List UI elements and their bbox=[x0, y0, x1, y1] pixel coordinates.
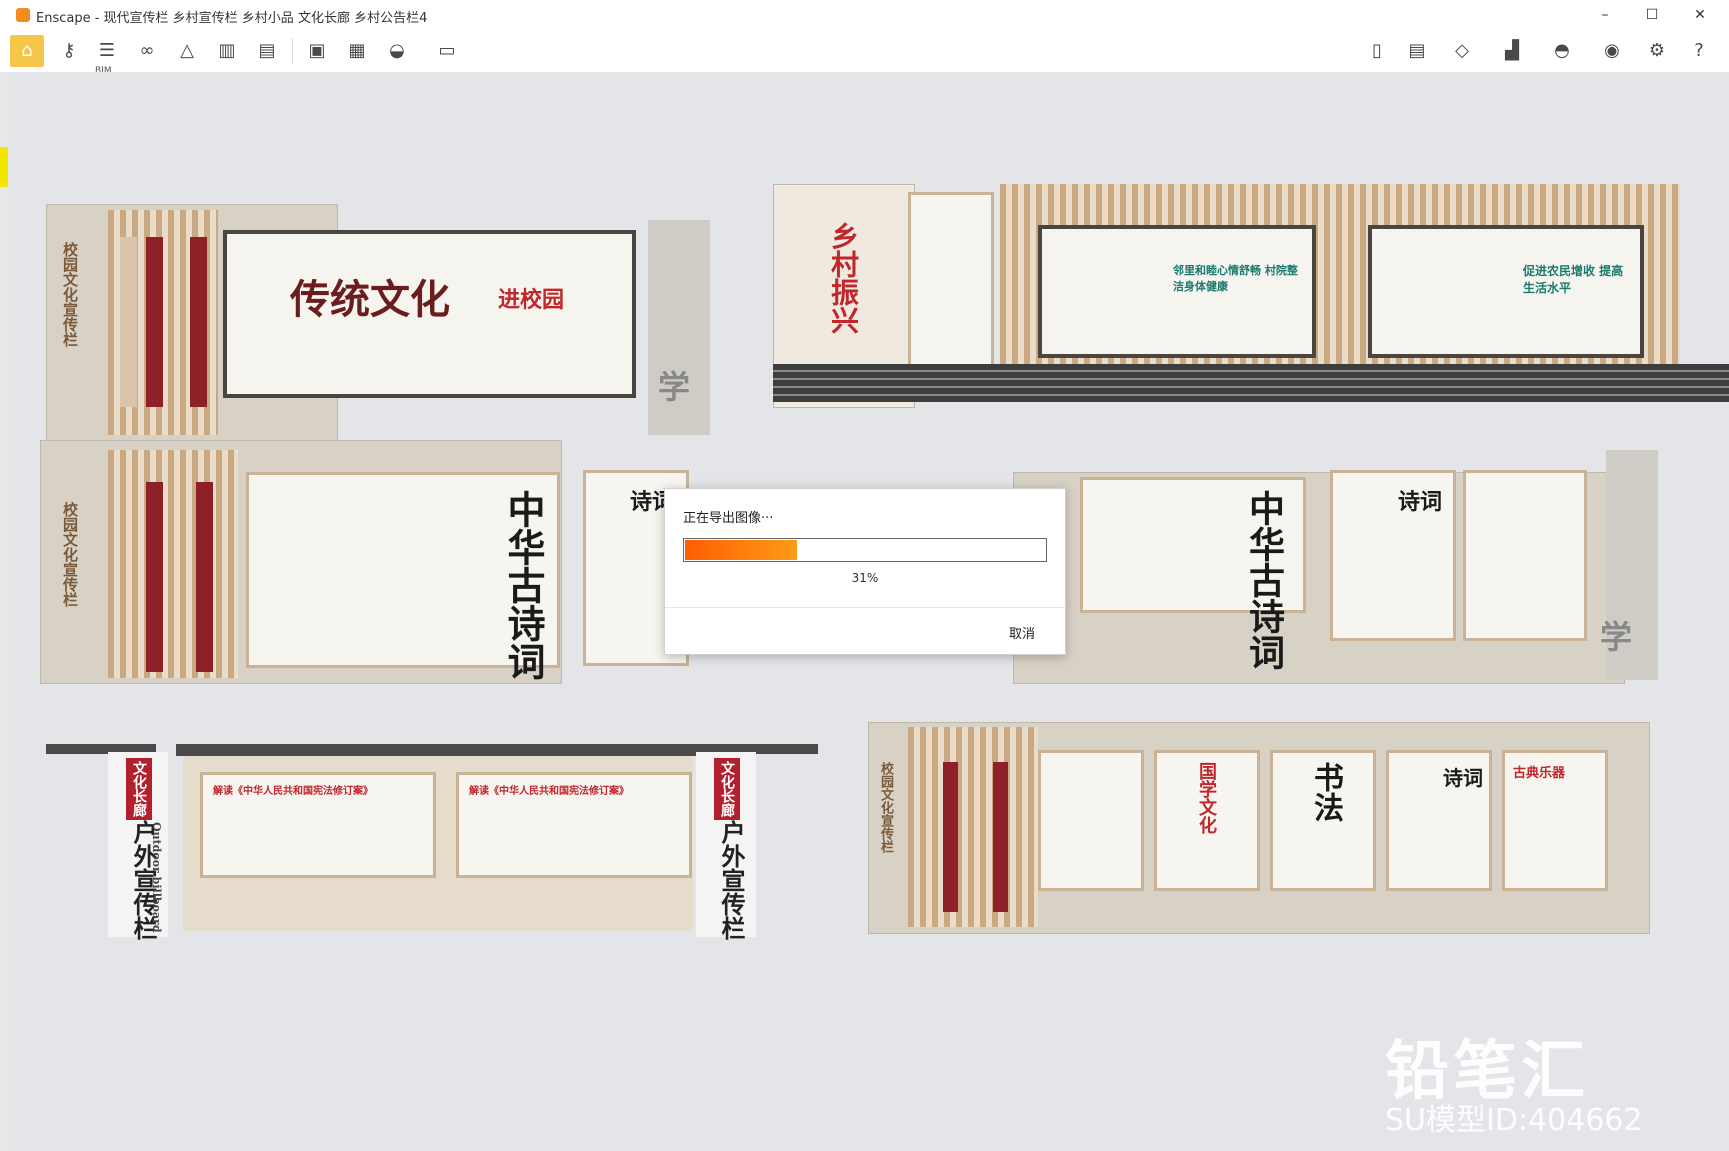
dialog-divider bbox=[665, 607, 1065, 608]
board5-right-title: 文化长廊 bbox=[714, 758, 740, 820]
xue-emblem: 学 bbox=[1600, 618, 1633, 656]
cancel-button[interactable]: 取消 bbox=[1009, 623, 1035, 642]
toolbar: ⌂ ⚷ BIM ☰ ∞ △ ▥ ▤ ▣ ▦ ◒ ▭ ⌃ ▯ ▤ ◇ ▟ ◓ ◉ … bbox=[0, 30, 1729, 98]
board1-red-panel bbox=[146, 237, 163, 407]
board1-vertical-text: 校园文化宣传栏 bbox=[61, 242, 79, 347]
help-icon[interactable]: ? bbox=[1682, 35, 1716, 67]
left-edge-strip bbox=[0, 72, 8, 1151]
dialog-title: 正在导出图像··· bbox=[683, 511, 774, 526]
export-progress-dialog: 正在导出图像··· 31% 取消 bbox=[664, 488, 1066, 655]
minimize-button[interactable]: – bbox=[1585, 4, 1625, 26]
board6-panel3-title: 书法 bbox=[1308, 762, 1343, 822]
helmet-icon[interactable]: ◓ bbox=[1545, 35, 1579, 67]
board2-text-panel bbox=[908, 192, 994, 368]
board4-poem-title: 诗词 bbox=[1398, 489, 1443, 515]
board2-left-poster-text: 邻里和睦心情舒畅 村院整洁身体健康 bbox=[1173, 264, 1298, 293]
board6-red-panel bbox=[943, 762, 958, 912]
batch-export-icon[interactable]: ▦ bbox=[340, 35, 374, 67]
enscape-logo-icon bbox=[16, 8, 30, 22]
board5-left-title: 文化长廊 bbox=[126, 758, 152, 820]
model-id-watermark: SU模型ID:404662 bbox=[1385, 1103, 1643, 1138]
board1-red-panel bbox=[190, 237, 207, 407]
clapper-icon[interactable]: ▤ bbox=[250, 35, 284, 67]
board4-poster-title: 中华古诗词 bbox=[1243, 490, 1285, 670]
home-icon[interactable]: ⌂ bbox=[10, 35, 44, 67]
board3-red-panel bbox=[196, 482, 213, 672]
board5-center-roof bbox=[176, 744, 701, 756]
board6-panel2-title: 国学文化 bbox=[1196, 762, 1217, 834]
cube-icon[interactable]: ◇ bbox=[1445, 35, 1479, 67]
board5-notice-right-title: 解读《中华人民共和国宪法修订案》 bbox=[469, 786, 629, 797]
board2-right-poster-text: 促进农民增收 提高生活水平 bbox=[1523, 264, 1624, 295]
board6-panel1 bbox=[1038, 750, 1144, 891]
board6-vertical-text: 校园文化宣传栏 bbox=[878, 762, 893, 853]
key-icon[interactable]: ⚷ bbox=[52, 35, 86, 67]
maximize-button[interactable]: ☐ bbox=[1632, 4, 1672, 26]
toolbar-divider bbox=[292, 38, 293, 64]
eye-icon[interactable]: ◉ bbox=[1595, 35, 1629, 67]
exe-export-icon[interactable]: ▭ bbox=[430, 35, 464, 67]
board3-vertical-text: 校园文化宣传栏 bbox=[61, 502, 79, 607]
board6-panel5-title: 古典乐器 bbox=[1513, 766, 1566, 781]
board2-brick-base bbox=[773, 364, 1729, 402]
close-button[interactable]: ✕ bbox=[1680, 4, 1720, 26]
board2-vertical-text: 乡村振兴 bbox=[827, 222, 860, 334]
chart-icon[interactable]: ▟ bbox=[1495, 35, 1529, 67]
compass-icon[interactable]: △ bbox=[170, 35, 204, 67]
buildings-icon[interactable]: ▥ bbox=[210, 35, 244, 67]
binoculars-icon[interactable]: ∞ bbox=[130, 35, 164, 67]
board5-left-english: Outdoor billboard bbox=[150, 822, 163, 933]
xue-emblem: 学 bbox=[658, 368, 691, 406]
strip-marker bbox=[0, 147, 8, 187]
board6-red-panel bbox=[993, 762, 1008, 912]
board3-red-panel bbox=[146, 482, 163, 672]
panorama-icon[interactable]: ◒ bbox=[380, 35, 414, 67]
bim-icon[interactable]: ☰ bbox=[90, 35, 124, 67]
sheet-icon[interactable]: ▤ bbox=[1400, 35, 1434, 67]
board5-notice-left-title: 解读《中华人民共和国宪法修订案》 bbox=[213, 786, 373, 797]
board6-slats bbox=[908, 727, 1038, 927]
book-icon[interactable]: ▯ bbox=[1360, 35, 1394, 67]
board3-slats bbox=[108, 450, 238, 678]
board5-right-subtitle: 户外宣传栏 bbox=[717, 820, 746, 940]
board6-panel4-title: 诗词 bbox=[1443, 766, 1483, 790]
progress-percent: 31% bbox=[851, 571, 879, 585]
board1-poster-title: 传统文化 bbox=[290, 276, 450, 323]
board3-poster-title: 中华古诗词 bbox=[501, 490, 546, 680]
board1-poster-subtitle: 进校园 bbox=[498, 287, 565, 313]
board1-beige-panel bbox=[120, 237, 137, 407]
progress-fill bbox=[685, 540, 797, 560]
progress-bar bbox=[683, 538, 1047, 562]
gear-icon[interactable]: ⚙ bbox=[1640, 35, 1674, 67]
window-title: Enscape - 现代宣传栏 乡村宣传栏 乡村小品 文化长廊 乡村公告栏4 bbox=[36, 11, 428, 26]
title-bar: Enscape - 现代宣传栏 乡村宣传栏 乡村小品 文化长廊 乡村公告栏4 –… bbox=[0, 0, 1729, 30]
board4-painting-panel bbox=[1463, 470, 1587, 641]
screenshot-icon[interactable]: ▣ bbox=[300, 35, 334, 67]
